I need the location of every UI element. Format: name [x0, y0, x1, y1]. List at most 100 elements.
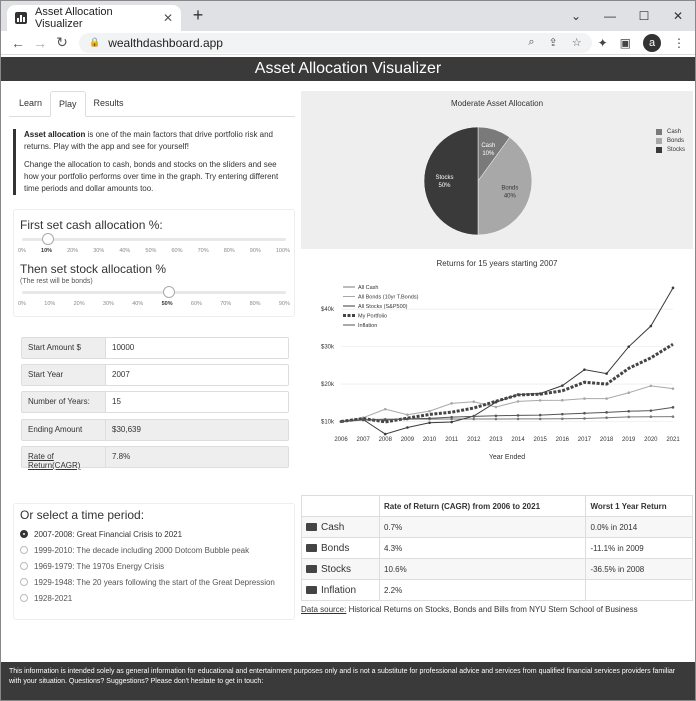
time-period-option[interactable]: 1929-1948: The 20 years following the st…: [20, 574, 288, 590]
x-tick-label: 2013: [489, 437, 503, 443]
x-tick-label: 2021: [666, 437, 680, 443]
url-text: wealthdashboard.app: [108, 35, 223, 50]
left-panel: Learn Play Results Asset allocation is o…: [9, 91, 295, 700]
bookmark-star-icon[interactable]: ☆: [572, 36, 582, 49]
rate-of-return-label[interactable]: Rate of Return(CAGR): [22, 447, 106, 470]
stock-slider-note: (The rest will be bonds): [20, 278, 93, 285]
data-point: [671, 415, 675, 418]
pie-slice-value: 10%: [482, 151, 495, 157]
slider-tick: 100%: [275, 248, 290, 254]
start-year-input[interactable]: 2007: [106, 365, 288, 385]
browser-window: Asset Allocation Visualizer ✕ + ⌄ — ☐ ✕ …: [0, 0, 696, 701]
data-point: [339, 420, 343, 423]
avatar[interactable]: a: [643, 33, 661, 52]
legend-label[interactable]: My Portfolio: [358, 314, 387, 320]
rate-of-return-label-b: (CAGR): [52, 461, 81, 470]
y-tick-label: $40k: [321, 307, 335, 313]
num-years-input[interactable]: 15: [106, 392, 288, 412]
data-point: [383, 432, 387, 436]
pie-slice-value: 50%: [439, 183, 452, 189]
data-source-label[interactable]: Data source:: [301, 605, 346, 614]
x-tick-label: 2019: [622, 437, 636, 443]
zoom-icon[interactable]: ⌕: [528, 36, 534, 49]
share-icon[interactable]: ⇪: [549, 36, 558, 49]
bonds-icon: [306, 543, 317, 552]
data-point: [627, 415, 631, 419]
time-period-option[interactable]: 2007-2008: Great Financial Crisis to 202…: [20, 526, 288, 542]
url-field[interactable]: 🔒 wealthdashboard.app ⌕ ⇪ ☆: [79, 32, 592, 53]
ending-amount-row: Ending Amount $30,639: [21, 419, 289, 441]
x-tick-label: 2020: [644, 437, 658, 443]
time-period-option[interactable]: 1928-2021: [20, 590, 288, 606]
data-point: [450, 420, 453, 424]
back-icon[interactable]: ←: [7, 35, 29, 51]
data-point: [671, 406, 675, 409]
legend-label[interactable]: All Cash: [358, 285, 378, 291]
stock-slider[interactable]: [22, 285, 286, 301]
start-amount-row: Start Amount $ 10000: [21, 337, 289, 359]
legend-item[interactable]: Stocks: [655, 147, 685, 153]
legend-label[interactable]: All Stocks (S&P500): [358, 304, 408, 310]
start-year-label: Start Year: [22, 365, 106, 385]
slider-tick: 50%: [161, 301, 173, 307]
minimize-icon[interactable]: —: [593, 1, 627, 31]
cash-slider-track: [22, 238, 286, 241]
radio-icon[interactable]: [20, 594, 28, 602]
slider-tick: 20%: [67, 248, 79, 254]
reload-icon[interactable]: ↻: [51, 34, 73, 51]
data-point: [494, 414, 498, 418]
x-tick-label: 2014: [511, 437, 525, 443]
browser-tab[interactable]: Asset Allocation Visualizer ✕: [7, 5, 181, 31]
cash-slider[interactable]: [22, 232, 286, 248]
table-cell: 4.3%: [378, 537, 587, 559]
table-cell: -36.5% in 2008: [585, 558, 693, 580]
maximize-icon[interactable]: ☐: [627, 1, 661, 31]
chevron-down-icon[interactable]: ⌄: [559, 1, 593, 31]
side-panel-icon[interactable]: ▣: [620, 36, 631, 50]
time-period-label: 1928-2021: [34, 593, 73, 603]
data-point: [583, 368, 586, 371]
start-amount-input[interactable]: 10000: [106, 338, 288, 358]
menu-icon[interactable]: ⋮: [673, 36, 685, 50]
legend-item[interactable]: Bonds: [655, 138, 685, 144]
cash-slider-handle[interactable]: [42, 233, 55, 245]
data-point: [516, 417, 520, 421]
legend-label[interactable]: All Bonds (10yr T.Bonds): [358, 295, 419, 301]
legend-label[interactable]: Inflation: [358, 323, 377, 329]
x-tick-label: 2017: [578, 437, 592, 443]
legend-item[interactable]: Cash: [655, 129, 685, 135]
data-point: [627, 391, 631, 395]
tab-play[interactable]: Play: [50, 91, 86, 117]
time-period-options: 2007-2008: Great Financial Crisis to 202…: [20, 526, 288, 606]
tab-learn[interactable]: Learn: [11, 91, 50, 116]
asset-label: Bonds: [321, 542, 350, 554]
time-period-option[interactable]: 1999-2010: The decade including 2000 Dot…: [20, 542, 288, 558]
stock-slider-handle[interactable]: [162, 286, 175, 298]
radio-icon[interactable]: [20, 562, 28, 570]
data-point: [383, 407, 387, 411]
data-point: [538, 399, 542, 402]
data-point: [561, 412, 564, 416]
time-period-title: Or select a time period:: [20, 508, 145, 522]
radio-icon[interactable]: [20, 530, 28, 538]
legend-label: Bonds: [666, 138, 684, 144]
new-tab-icon[interactable]: +: [187, 5, 209, 26]
data-point: [516, 414, 520, 417]
pie-chart-panel: Moderate Asset Allocation Cash 10% Bonds 40…: [301, 91, 693, 249]
forward-icon[interactable]: →: [29, 35, 51, 51]
close-window-icon[interactable]: ✕: [661, 1, 695, 31]
radio-icon[interactable]: [20, 546, 28, 554]
tab-title: Asset Allocation Visualizer: [35, 6, 113, 30]
extensions-icon[interactable]: ✦: [598, 36, 608, 50]
radio-icon[interactable]: [20, 578, 28, 586]
data-point: [649, 324, 653, 328]
close-tab-icon[interactable]: ✕: [163, 11, 173, 25]
table-header: Worst 1 Year Return: [585, 495, 693, 517]
time-period-option[interactable]: 1969-1979: The 1970s Energy Crisis: [20, 558, 288, 574]
x-tick-label: 2009: [401, 437, 415, 443]
y-tick-label: $10k: [321, 420, 335, 426]
table-cell: 0.7%: [378, 516, 587, 538]
tab-strip: Learn Play Results: [9, 91, 295, 117]
table-cell: 2.2%: [378, 579, 587, 601]
tab-results[interactable]: Results: [86, 91, 132, 116]
